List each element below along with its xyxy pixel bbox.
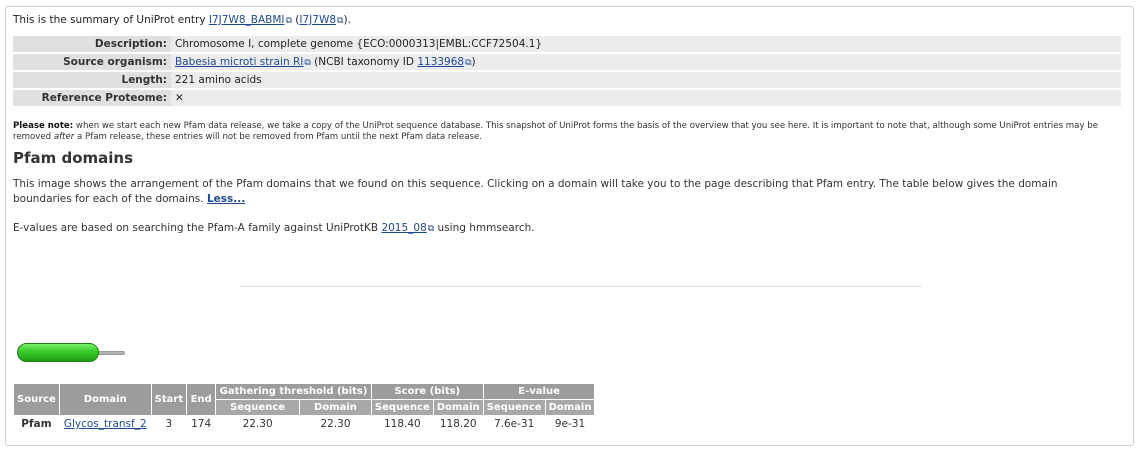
header-source: Source xyxy=(13,383,60,416)
less-link[interactable]: Less... xyxy=(207,193,245,205)
header-score: Score (bits) xyxy=(370,383,484,400)
summary-row-reference-proteome: Reference Proteome: ✕ xyxy=(13,90,1121,106)
summary-key: Reference Proteome: xyxy=(13,90,171,106)
cell-score-sequence: 118.40 xyxy=(370,415,434,433)
cell-score-domain: 118.20 xyxy=(432,415,484,433)
evalue-prefix: E-values are based on searching the Pfam… xyxy=(13,222,382,234)
note-label: Please note: xyxy=(13,121,74,131)
table-row: Pfam Glycos_transf_2 3 174 22.30 22.30 1… xyxy=(13,415,596,433)
header-gathering-threshold: Gathering threshold (bits) xyxy=(215,383,372,400)
cell-ga-sequence: 22.30 xyxy=(215,415,301,433)
external-link-icon: ⧉ xyxy=(304,58,311,68)
summary-key: Length: xyxy=(13,72,171,88)
evalue-suffix: using hmmsearch. xyxy=(434,222,535,234)
release-note: Please note: when we start each new Pfam… xyxy=(13,121,1118,143)
organism-link[interactable]: Babesia microti strain RI xyxy=(175,56,303,68)
summary-value: 221 amino acids xyxy=(171,72,1121,88)
header-score-domain: Domain xyxy=(432,399,484,416)
taxon-suffix: ) xyxy=(471,56,476,68)
header-domain: Domain xyxy=(58,383,152,416)
taxon-prefix: (NCBI taxonomy ID xyxy=(314,56,418,68)
taxonomy-id-link[interactable]: 1133968 xyxy=(417,56,464,68)
pfam-description-text: This image shows the arrangement of the … xyxy=(13,178,1058,205)
header-ga-sequence: Sequence xyxy=(215,399,301,416)
section-title: Pfam domains xyxy=(13,149,134,167)
domain-table: Source Domain Start End Gathering thresh… xyxy=(13,383,596,433)
evalue-note: E-values are based on searching the Pfam… xyxy=(13,222,535,234)
summary-table: Description: Chromosome I, complete geno… xyxy=(13,34,1121,108)
note-emphasis: after xyxy=(53,132,75,142)
summary-row-length: Length: 221 amino acids xyxy=(13,72,1121,88)
header-start: Start xyxy=(150,383,188,416)
header-ga-domain: Domain xyxy=(299,399,372,416)
cross-icon: ✕ xyxy=(171,90,1121,106)
external-link-icon: ⧉ xyxy=(285,16,292,26)
header-score-sequence: Sequence xyxy=(370,399,434,416)
summary-value: Babesia microti strain RI⧉ (NCBI taxonom… xyxy=(171,54,1121,70)
header-evalue-sequence: Sequence xyxy=(482,399,546,416)
uniprot-accession-link[interactable]: I7J7W8 xyxy=(299,14,336,26)
divider xyxy=(240,286,922,287)
cell-source: Pfam xyxy=(13,415,60,433)
domain-table-header: Source Domain Start End Gathering thresh… xyxy=(13,383,596,416)
intro-line: This is the summary of UniProt entry I7J… xyxy=(13,14,351,26)
cell-evalue-domain: 9e-31 xyxy=(544,415,596,433)
summary-key: Source organism: xyxy=(13,54,171,70)
cell-domain: Glycos_transf_2 xyxy=(58,415,152,433)
cell-start: 3 xyxy=(150,415,188,433)
note-text-2: a Pfam release, these entries will not b… xyxy=(74,132,482,142)
cell-end: 174 xyxy=(186,415,217,433)
header-evalue-domain: Domain xyxy=(544,399,596,416)
uniprot-entry-link[interactable]: I7J7W8_BABMI xyxy=(209,14,285,26)
pfam-description: This image shows the arrangement of the … xyxy=(13,177,1118,207)
intro-prefix: This is the summary of UniProt entry xyxy=(13,14,209,26)
cell-evalue-sequence: 7.6e-31 xyxy=(482,415,546,433)
domain-graphic-glycos-transf-2[interactable] xyxy=(17,343,99,362)
header-evalue: E-value xyxy=(482,383,596,400)
summary-row-description: Description: Chromosome I, complete geno… xyxy=(13,36,1121,52)
release-link[interactable]: 2015_08 xyxy=(381,222,426,234)
summary-row-source-organism: Source organism: Babesia microti strain … xyxy=(13,54,1121,70)
cell-ga-domain: 22.30 xyxy=(299,415,372,433)
intro-suffix: ). xyxy=(343,14,351,26)
header-end: End xyxy=(186,383,217,416)
summary-key: Description: xyxy=(13,36,171,52)
summary-value: Chromosome I, complete genome {ECO:00003… xyxy=(171,36,1121,52)
domain-link[interactable]: Glycos_transf_2 xyxy=(64,418,147,430)
